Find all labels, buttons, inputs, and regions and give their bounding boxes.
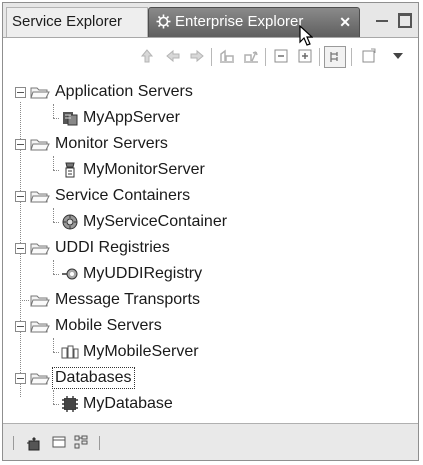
back-icon[interactable] [163, 46, 183, 66]
tree-item-label: MyUDDIRegistry [83, 265, 203, 282]
minimize-icon[interactable] [375, 20, 388, 25]
enterprise-explorer-icon [156, 11, 171, 39]
close-icon[interactable]: ✕ [339, 8, 351, 36]
link-with-editor-icon[interactable] [324, 46, 346, 68]
tree-item-label: MyServiceContainer [83, 213, 228, 230]
tree-item-label: MyMonitorServer [83, 161, 205, 178]
collapse-icon[interactable] [15, 87, 26, 98]
collapse-all-icon[interactable] [271, 46, 291, 66]
status-bar [3, 423, 418, 460]
maximize-icon[interactable] [398, 13, 412, 29]
tab-bar: Service Explorer Enterprise Explorer ✕ [3, 3, 418, 38]
tab-service-explorer[interactable]: Service Explorer [6, 7, 148, 37]
tree-item-application-servers[interactable]: Application Servers [3, 80, 403, 104]
publish-icon[interactable] [241, 46, 261, 66]
tree-item-label: UDDI Registries [55, 239, 170, 256]
toolbar-separator [319, 48, 320, 66]
tree-item-service-containers[interactable]: Service Containers [3, 184, 403, 208]
status-separator [99, 436, 100, 450]
tree-item-label: Service Containers [55, 187, 191, 204]
folder-icon [30, 188, 50, 212]
window-icon[interactable] [51, 434, 67, 455]
folder-icon [30, 370, 50, 394]
tree-item-label: MyAppServer [83, 109, 180, 126]
tree-item-mydatabase[interactable]: MyDatabase [3, 392, 403, 416]
tree-layout-icon[interactable] [73, 434, 89, 455]
tree-item-message-transports[interactable]: Message Transports [3, 288, 403, 312]
collapse-icon[interactable] [15, 373, 26, 384]
tree-item-label: Databases [52, 367, 135, 389]
tree-item-uddi-registries[interactable]: UDDI Registries [3, 236, 403, 260]
window-controls [370, 12, 412, 30]
toolbar-separator [211, 48, 212, 66]
tree-item-mobile-servers[interactable]: Mobile Servers [3, 314, 403, 338]
forward-icon[interactable] [187, 46, 207, 66]
tree-item-myservicecontainer[interactable]: MyServiceContainer [3, 210, 403, 234]
tree-item-monitor-servers[interactable]: Monitor Servers [3, 132, 403, 156]
tree-item-databases[interactable]: Databases [3, 366, 403, 390]
folder-icon [30, 84, 50, 108]
tree-item-label: Message Transports [55, 291, 200, 308]
tab-label: Service Explorer [12, 13, 123, 30]
tree-item-myappserver[interactable]: MyAppServer [3, 106, 403, 130]
tree-item-label: MyMobileServer [83, 343, 199, 360]
collapse-icon[interactable] [15, 243, 26, 254]
tree-item-label: Application Servers [55, 83, 193, 100]
folder-icon [30, 136, 50, 160]
folder-icon [30, 292, 50, 316]
server-status-icon[interactable] [25, 434, 43, 457]
folder-icon [30, 318, 50, 342]
database-icon [61, 395, 79, 421]
tree-item-label: Monitor Servers [55, 135, 168, 152]
collapse-icon[interactable] [15, 139, 26, 150]
mouse-cursor-icon [299, 24, 314, 52]
up-icon[interactable] [137, 46, 157, 66]
view-toolbar [3, 38, 418, 74]
collapse-icon[interactable] [15, 321, 26, 332]
tree-item-mymobileserver[interactable]: MyMobileServer [3, 340, 403, 364]
tab-label: Enterprise Explorer [175, 13, 304, 30]
view-menu-icon[interactable] [388, 46, 408, 66]
status-separator [13, 436, 14, 450]
tree-item-myuddiregistry[interactable]: MyUDDIRegistry [3, 262, 403, 286]
tree-item-label: Mobile Servers [55, 317, 162, 334]
new-icon[interactable] [359, 46, 379, 66]
explorer-panel: Service Explorer Enterprise Explorer ✕ A… [2, 2, 419, 461]
tab-enterprise-explorer[interactable]: Enterprise Explorer ✕ [148, 7, 360, 37]
server-tree: Application Servers MyAppServer Monitor … [3, 74, 418, 414]
tree-item-mymonitorserver[interactable]: MyMonitorServer [3, 158, 403, 182]
toolbar-separator [265, 48, 266, 66]
collapse-icon[interactable] [15, 191, 26, 202]
folder-icon [30, 240, 50, 264]
toolbar-separator [351, 48, 352, 66]
deploy-icon[interactable] [217, 46, 237, 66]
tree-item-label: MyDatabase [83, 395, 173, 412]
